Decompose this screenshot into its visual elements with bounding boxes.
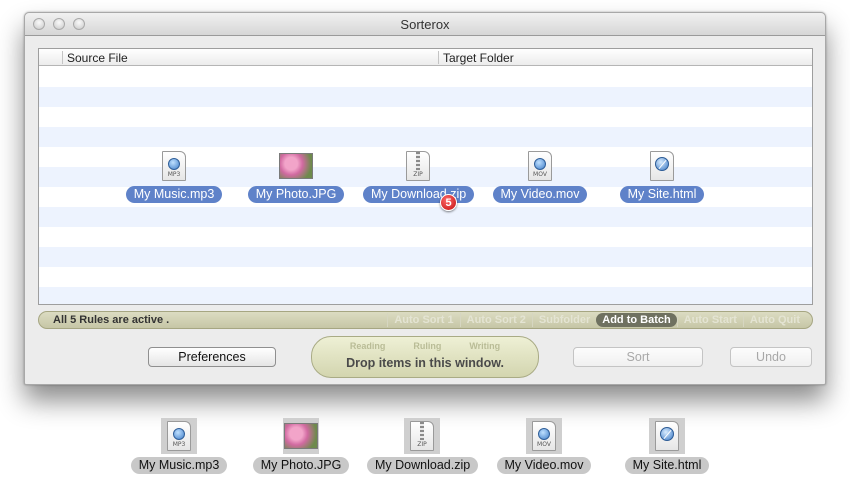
table-row-stripe xyxy=(39,247,812,267)
column-header-target-folder[interactable]: Target Folder xyxy=(443,51,514,65)
rules-table[interactable]: Source File Target Folder MP3 My Music.m… xyxy=(38,48,813,305)
screen: Sorterox Source File Target Folder MP3 M… xyxy=(0,0,850,480)
mode-auto-start[interactable]: Auto Start xyxy=(676,313,743,327)
desktop-file-photo[interactable]: My Photo.JPG xyxy=(246,418,356,474)
mov-file-icon: MOV xyxy=(532,421,556,451)
mode-add-to-batch[interactable]: Add to Batch xyxy=(596,313,677,327)
file-label: My Site.html xyxy=(624,457,710,474)
phase-reading: Reading xyxy=(349,341,386,351)
column-separator xyxy=(438,51,439,64)
title-bar[interactable]: Sorterox xyxy=(25,13,825,36)
mp3-file-icon: MP3 xyxy=(162,151,186,181)
desktop-file-site[interactable]: My Site.html xyxy=(612,418,722,474)
file-tile xyxy=(283,418,319,454)
file-tile xyxy=(649,418,685,454)
file-label: My Download.zip xyxy=(363,186,475,203)
dragged-file-photo[interactable]: My Photo.JPG xyxy=(241,151,351,203)
status-text: All 5 Rules are active . xyxy=(53,314,170,326)
html-file-icon xyxy=(650,151,674,181)
drag-count-badge: 5 xyxy=(440,194,457,211)
dragged-file-music[interactable]: MP3 My Music.mp3 xyxy=(119,151,229,203)
drop-zone[interactable]: Reading Ruling Writing Drop items in thi… xyxy=(311,336,539,378)
file-label: My Video.mov xyxy=(492,186,588,203)
file-label: My Photo.JPG xyxy=(252,457,350,474)
mp3-file-icon: MP3 xyxy=(167,421,191,451)
drop-message: Drop items in this window. xyxy=(346,356,504,370)
phase-indicators: Reading Ruling Writing xyxy=(312,341,538,351)
sorterox-window: Sorterox Source File Target Folder MP3 M… xyxy=(24,12,826,385)
mode-subfolder[interactable]: Subfolder xyxy=(531,313,596,327)
file-label: My Site.html xyxy=(619,186,705,203)
column-separator xyxy=(62,51,63,64)
photo-thumbnail-icon xyxy=(284,423,318,449)
window-title: Sorterox xyxy=(400,17,450,32)
zip-file-icon: ZIP xyxy=(410,421,434,451)
status-bar: All 5 Rules are active . Auto Sort 1 Aut… xyxy=(38,311,813,329)
mode-auto-sort-1[interactable]: Auto Sort 1 xyxy=(387,313,459,327)
sort-button[interactable]: Sort xyxy=(573,347,703,367)
desktop-file-music[interactable]: MP3 My Music.mp3 xyxy=(124,418,234,474)
table-row-stripe xyxy=(39,87,812,107)
mov-file-icon: MOV xyxy=(528,151,552,181)
phase-ruling: Ruling xyxy=(413,341,442,351)
dragged-file-video[interactable]: MOV My Video.mov xyxy=(485,151,595,203)
column-header-source-file[interactable]: Source File xyxy=(67,51,128,65)
dragged-file-download[interactable]: ZIP My Download.zip xyxy=(363,151,475,203)
mode-auto-sort-2[interactable]: Auto Sort 2 xyxy=(459,313,532,327)
desktop-file-download[interactable]: ZIP My Download.zip xyxy=(367,418,479,474)
preferences-button[interactable]: Preferences xyxy=(148,347,276,367)
file-label: My Photo.JPG xyxy=(247,186,345,203)
zip-file-icon: ZIP xyxy=(406,151,430,181)
dragged-file-site[interactable]: My Site.html xyxy=(607,151,717,203)
file-tile: ZIP xyxy=(404,418,440,454)
file-tile: MP3 xyxy=(161,418,197,454)
file-label: My Music.mp3 xyxy=(125,186,223,203)
photo-thumbnail-icon xyxy=(279,153,313,179)
html-file-icon xyxy=(655,421,679,451)
file-tile: MOV xyxy=(526,418,562,454)
desktop-file-video[interactable]: MOV My Video.mov xyxy=(489,418,599,474)
mode-auto-quit[interactable]: Auto Quit xyxy=(742,313,806,327)
table-row-stripe xyxy=(39,287,812,304)
file-label: My Download.zip xyxy=(367,457,479,474)
table-header: Source File Target Folder xyxy=(39,49,812,66)
phase-writing: Writing xyxy=(469,341,501,351)
table-row-stripe xyxy=(39,207,812,227)
table-row-stripe xyxy=(39,127,812,147)
undo-button[interactable]: Undo xyxy=(730,347,812,367)
mode-toggles: Auto Sort 1 Auto Sort 2 Subfolder Add to… xyxy=(387,313,806,327)
file-label: My Video.mov xyxy=(496,457,592,474)
file-label: My Music.mp3 xyxy=(130,457,228,474)
